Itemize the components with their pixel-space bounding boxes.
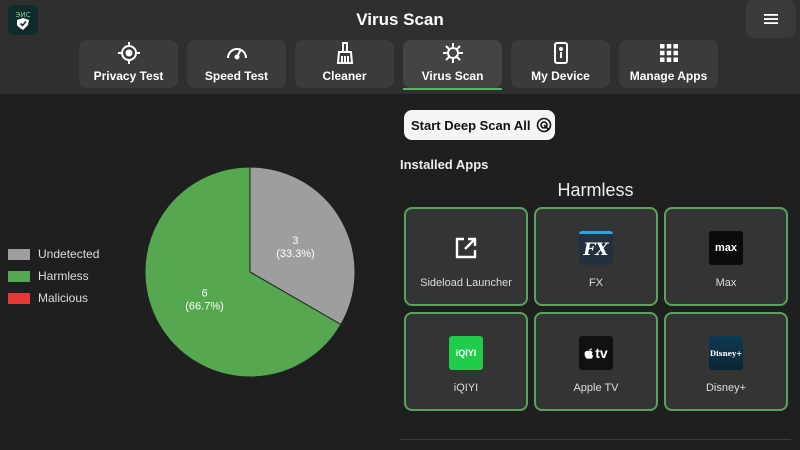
disney-plus-logo-text: Disney+ <box>709 348 743 358</box>
tab-virus-scan[interactable]: Virus Scan <box>403 40 502 90</box>
start-deep-scan-button[interactable]: Start Deep Scan All <box>404 110 555 140</box>
hamburger-menu-icon <box>764 14 778 24</box>
app-card-disney-plus[interactable]: Disney+ Disney+ <box>664 312 788 411</box>
apple-logo-icon <box>584 348 594 359</box>
scan-result-pie-chart: 3(33.3%) 6(66.7%) <box>144 166 356 378</box>
legend-swatch <box>8 270 30 282</box>
tab-label: Virus Scan <box>421 69 484 83</box>
iqiyi-logo-icon: iQIYI <box>449 336 483 370</box>
virus-icon <box>440 40 466 66</box>
iqiyi-logo-text: iQIYI <box>455 348 477 358</box>
list-divider <box>400 439 791 440</box>
apple-tv-logo-text: tv <box>595 345 608 361</box>
chart-legend: Undetected Harmless Malicious <box>8 243 99 309</box>
phone-info-icon <box>548 40 574 66</box>
tab-cleaner[interactable]: Cleaner <box>295 40 394 88</box>
disney-plus-logo-icon: Disney+ <box>709 336 743 370</box>
pie-slice-percent-label: (66.7%) <box>185 300 224 312</box>
apple-tv-logo-icon: tv <box>579 336 613 370</box>
app-name: iQIYI <box>453 382 479 394</box>
tab-label: Cleaner <box>322 69 367 83</box>
app-card-fx[interactable]: FX FX <box>534 207 658 306</box>
tab-my-device[interactable]: My Device <box>511 40 610 88</box>
pie-slice-value-label: 3 <box>292 235 298 247</box>
tab-label: Speed Test <box>204 69 269 83</box>
tab-bar: Privacy Test Speed Test Cleaner Virus Sc… <box>79 40 718 90</box>
app-name: Max <box>715 277 737 289</box>
tab-label: Privacy Test <box>93 69 164 83</box>
page-title: Virus Scan <box>356 10 444 29</box>
app-card-sideload-launcher[interactable]: Sideload Launcher <box>404 207 528 306</box>
app-header: ЭИС Virus Scan Privacy Test Speed Test C… <box>0 0 800 94</box>
max-logo-text: max <box>714 242 738 254</box>
tab-privacy-test[interactable]: Privacy Test <box>79 40 178 88</box>
scan-target-icon <box>537 117 552 133</box>
external-link-icon <box>449 231 483 265</box>
tab-manage-apps[interactable]: Manage Apps <box>619 40 718 88</box>
legend-swatch <box>8 292 30 304</box>
app-grid: Sideload Launcher FX FX max Max iQIYI iQ… <box>404 207 788 411</box>
tab-speed-test[interactable]: Speed Test <box>187 40 286 88</box>
grid-icon <box>656 40 682 66</box>
speedometer-icon <box>224 40 250 66</box>
pie-slice-percent-label: (33.3%) <box>276 248 315 260</box>
deep-scan-label: Start Deep Scan All <box>411 117 531 133</box>
app-name: Apple TV <box>573 382 619 394</box>
legend-item-malicious[interactable]: Malicious <box>8 287 99 309</box>
pie-slice-value-label: 6 <box>201 287 207 299</box>
fx-logo-text: FX <box>583 239 609 260</box>
legend-label: Malicious <box>38 291 89 305</box>
app-name: Disney+ <box>705 382 747 394</box>
max-logo-icon: max <box>709 231 743 265</box>
legend-label: Undetected <box>38 247 100 261</box>
app-card-iqiyi[interactable]: iQIYI iQIYI <box>404 312 528 411</box>
tab-label: Manage Apps <box>629 69 708 83</box>
app-name: FX <box>588 277 604 289</box>
legend-label: Harmless <box>38 269 89 283</box>
fx-logo-icon: FX <box>579 231 613 265</box>
tab-label: My Device <box>531 69 590 83</box>
app-card-apple-tv[interactable]: tv Apple TV <box>534 312 658 411</box>
crosshair-icon <box>116 40 142 66</box>
harmless-group-title: Harmless <box>557 180 634 200</box>
legend-item-undetected[interactable]: Undetected <box>8 243 99 265</box>
broom-icon <box>332 40 358 66</box>
legend-item-harmless[interactable]: Harmless <box>8 265 99 287</box>
installed-apps-heading: Installed Apps <box>400 157 489 172</box>
menu-button[interactable] <box>746 0 796 38</box>
app-name: Sideload Launcher <box>420 277 512 289</box>
legend-swatch <box>8 248 30 260</box>
app-card-max[interactable]: max Max <box>664 207 788 306</box>
